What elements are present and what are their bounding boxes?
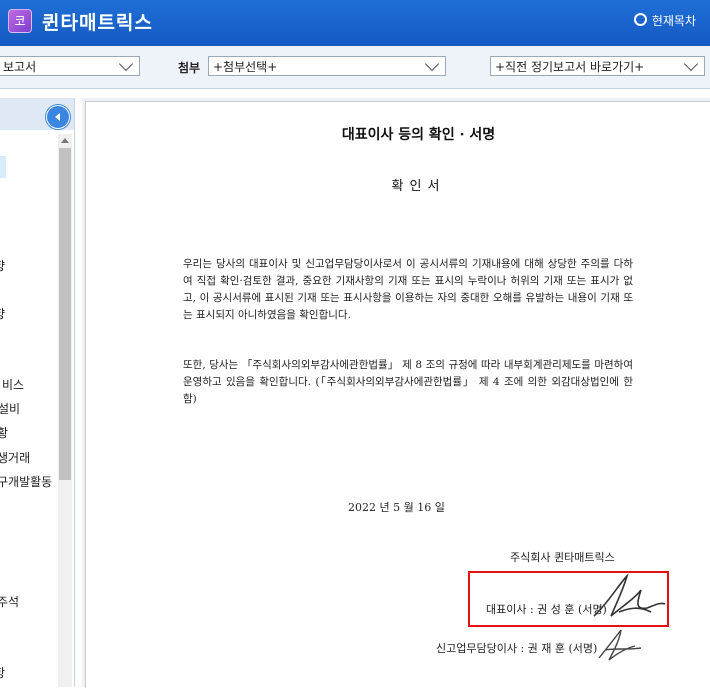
app-header: 코 퀸타매트릭스 현재목차 <box>0 0 710 46</box>
internal-control-paragraph: 또한, 당사는 「주식회사의외부감사에관한법률」 제 8 조의 규정에 따라 내… <box>183 359 633 405</box>
chevron-down-icon <box>424 57 440 72</box>
toc-item[interactable]: 생거래 <box>0 449 30 466</box>
app-logo-icon: 코 <box>8 9 32 33</box>
previous-report-select[interactable]: +직전 정기보고서 바로가기+ <box>490 56 705 76</box>
chevron-down-icon <box>683 57 699 72</box>
document-viewer: 대표이사 등의 확인 · 서명 확인서 우리는 당사의 대표이사 및 신고업무담… <box>82 98 710 688</box>
document-title: 대표이사 등의 확인 · 서명 <box>341 127 496 143</box>
collapse-sidebar-button[interactable] <box>46 105 70 129</box>
disclosure-officer-signature-line: 신고업무담당이사 : 권 재 훈 (서명) <box>436 642 598 655</box>
toc-item[interactable]: 구개발활동 <box>0 473 52 490</box>
toc-sidebar: 향 향 비스 설비 황 생거래 구개발활동 주석 항 <box>0 98 75 687</box>
document-date: 2022 년 5 월 16 일 <box>348 501 445 514</box>
report-select[interactable]: 보고서 <box>0 56 140 76</box>
attach-select[interactable]: +첨부선택+ <box>208 56 446 76</box>
company-name: 주식회사 퀸타매트릭스 <box>510 551 615 564</box>
toc-circle-icon <box>633 13 647 26</box>
chevron-down-icon <box>118 57 134 72</box>
toc-item[interactable]: 향 <box>0 305 5 322</box>
report-select-value: 보고서 <box>3 60 37 74</box>
sidebar-scroll-thumb[interactable] <box>59 148 71 480</box>
signature-mark <box>593 573 666 617</box>
current-toc-link[interactable]: 현재목차 <box>633 12 696 29</box>
toc-item[interactable]: 비스 <box>2 376 24 393</box>
attach-select-value: +첨부선택+ <box>213 60 278 74</box>
collapse-left-icon <box>55 113 60 121</box>
toc-item[interactable]: 설비 <box>0 400 20 417</box>
current-toc-label: 현재목차 <box>651 14 696 28</box>
scroll-up-icon[interactable] <box>61 138 69 143</box>
attach-label: 첨부 <box>178 61 201 75</box>
toc-item[interactable]: 주석 <box>0 593 19 610</box>
toc-item[interactable]: 향 <box>0 257 5 274</box>
previous-report-select-value: +직전 정기보고서 바로가기+ <box>495 60 645 74</box>
toolbar: 보고서 첨부 +첨부선택+ +직전 정기보고서 바로가기+ <box>0 46 710 89</box>
selected-toc-item[interactable] <box>0 156 6 178</box>
signature-mark <box>598 629 642 661</box>
app-title: 퀸타매트릭스 <box>42 12 153 34</box>
document-subtitle: 확인서 <box>391 179 446 194</box>
confirmation-paragraph: 우리는 당사의 대표이사 및 신고업무담당이사로서 이 공시서류의 기재내용에 … <box>183 258 633 321</box>
toc-item[interactable]: 황 <box>0 424 8 441</box>
document-page: 대표이사 등의 확인 · 서명 확인서 우리는 당사의 대표이사 및 신고업무담… <box>85 101 710 688</box>
toc-item[interactable]: 항 <box>0 664 5 681</box>
